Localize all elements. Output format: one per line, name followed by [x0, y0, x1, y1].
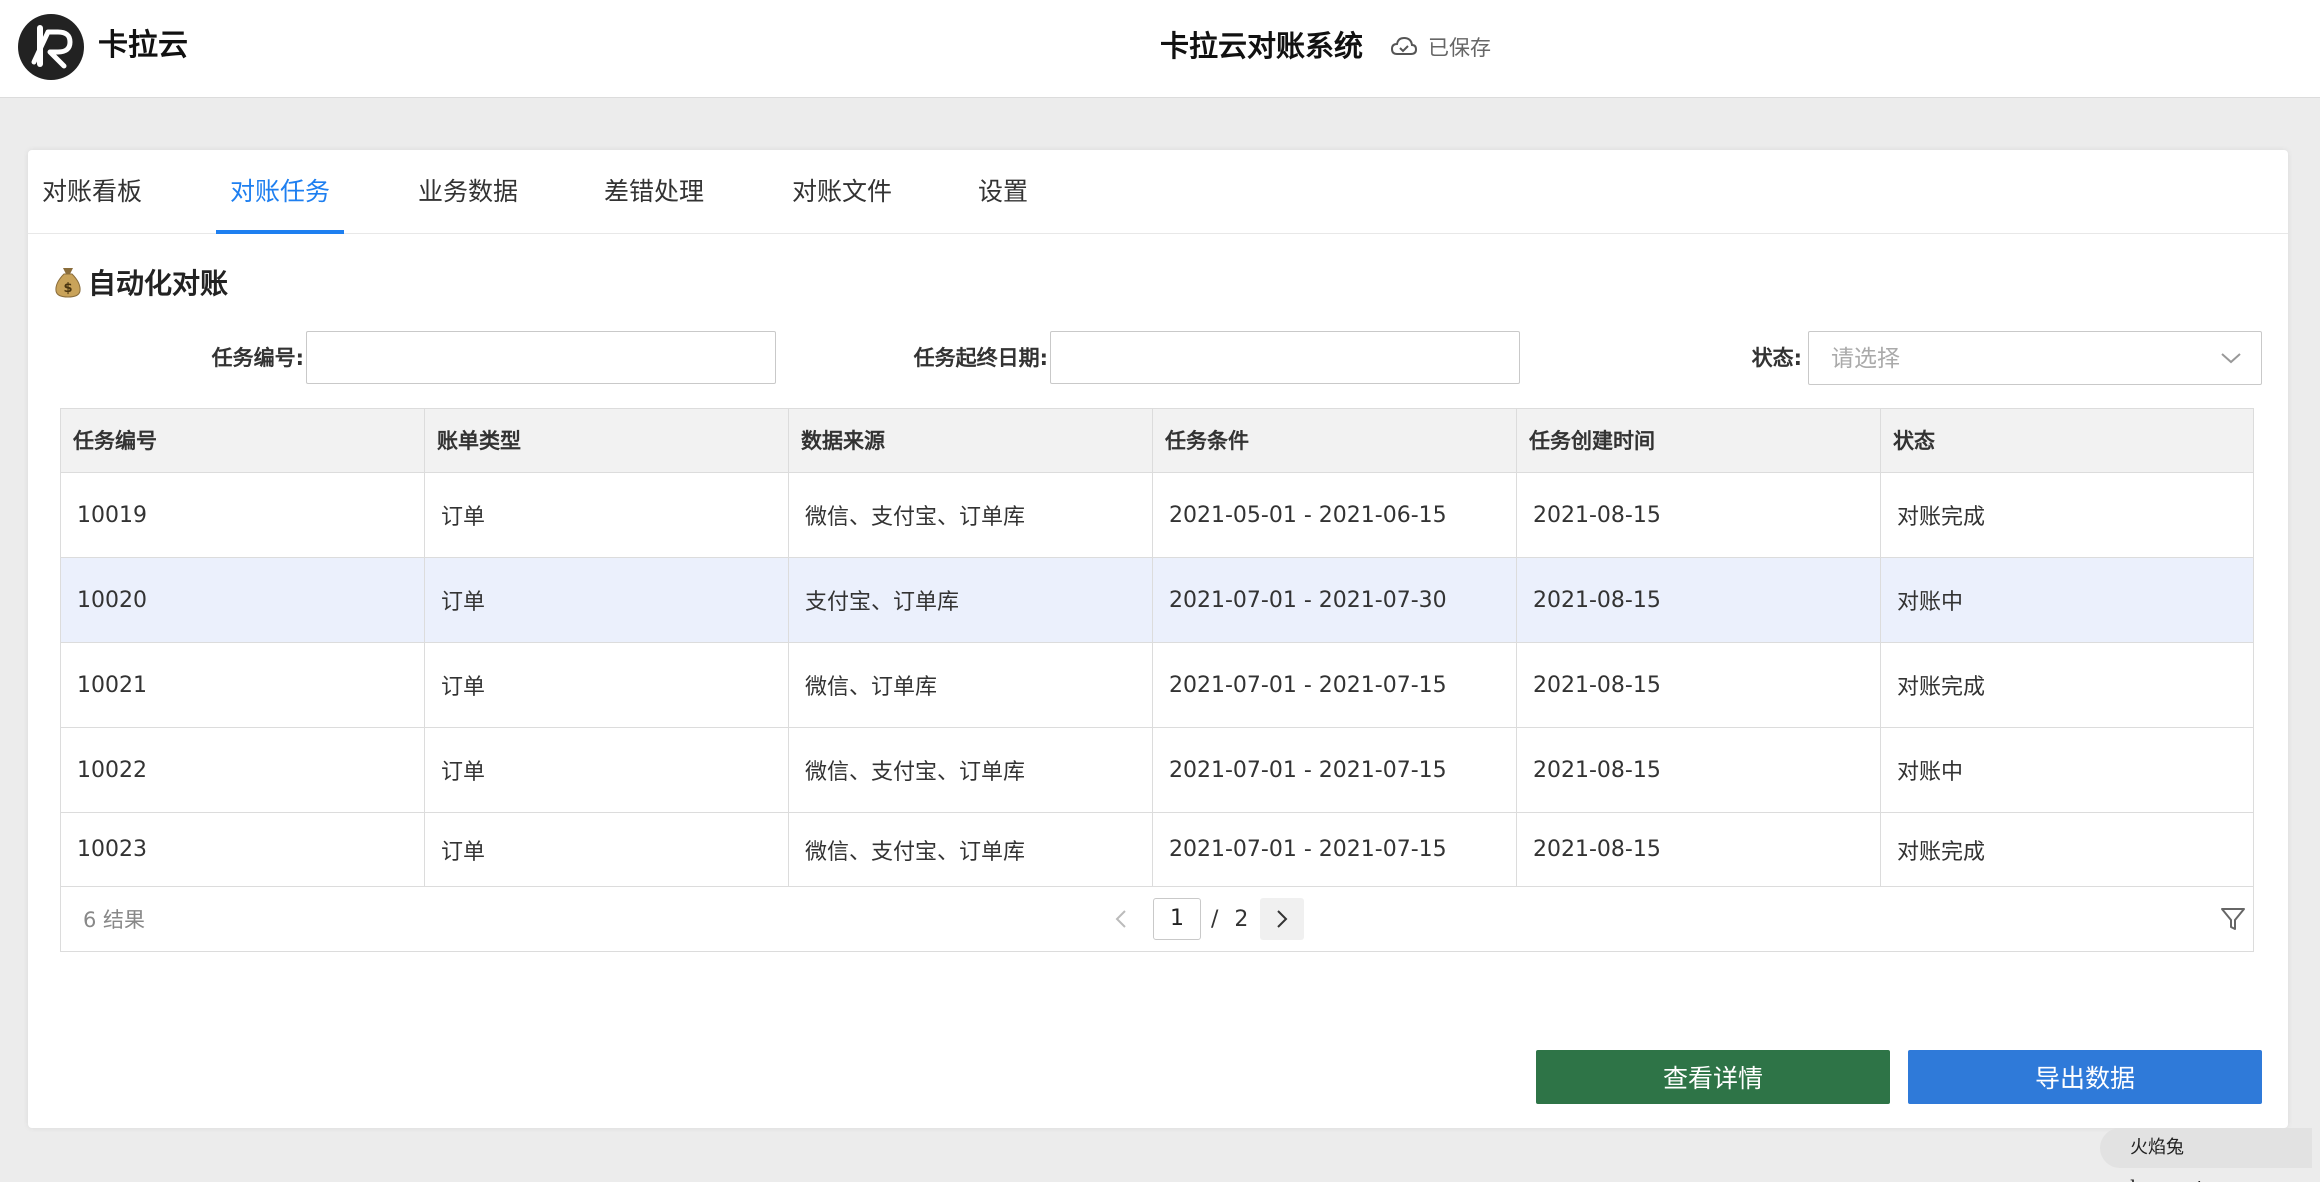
chevron-down-icon [2221, 353, 2241, 364]
brand-name: 卡拉云 [98, 28, 188, 63]
cell-created: 2021-08-15 [1533, 502, 1661, 528]
cell-data-source: 微信、支付宝、订单库 [805, 839, 1026, 865]
export-data-button[interactable]: 导出数据 [1908, 1050, 2262, 1104]
page-number-input[interactable]: 1 [1153, 898, 1201, 940]
date-range-label: 任务起终日期: [913, 346, 1048, 370]
cell-task-id: 10023 [77, 837, 147, 862]
active-tab-indicator [216, 230, 344, 234]
cell-status: 对账完成 [1897, 505, 1986, 530]
column-header[interactable]: 账单类型 [425, 409, 521, 473]
page-total: 2 [1234, 906, 1249, 932]
column-divider [788, 409, 789, 887]
svg-text:$: $ [63, 281, 72, 296]
cell-created: 2021-08-15 [1533, 587, 1661, 613]
cell-data-source: 微信、订单库 [805, 675, 938, 700]
cell-bill-type: 订单 [441, 760, 486, 785]
cell-task-id: 10019 [77, 502, 147, 528]
cell-data-source: 微信、支付宝、订单库 [805, 505, 1026, 530]
cell-task-id: 10021 [77, 672, 147, 698]
column-header[interactable]: 状态 [1881, 409, 1935, 473]
logo-icon [31, 25, 73, 69]
column-divider [1880, 409, 1881, 887]
page-title: 卡拉云对账系统 [1160, 29, 1364, 63]
cell-created: 2021-08-15 [1533, 672, 1661, 698]
column-divider [424, 409, 425, 887]
cloud-saved-icon [1390, 36, 1418, 55]
column-divider [1516, 409, 1517, 887]
page-separator: / [1211, 906, 1219, 932]
money-bag-icon: $ [55, 268, 81, 298]
table-row[interactable]: 10023 订单 微信、支付宝、订单库 2021-07-01 - 2021-07… [61, 813, 2253, 887]
cell-condition: 2021-07-01 - 2021-07-30 [1169, 587, 1447, 613]
date-range-input[interactable] [1050, 331, 1520, 384]
task-id-label: 任务编号: [211, 346, 304, 370]
save-status: 已保存 [1390, 30, 1491, 64]
task-id-input[interactable] [306, 331, 776, 384]
save-status-text: 已保存 [1428, 36, 1491, 60]
cell-bill-type: 订单 [441, 675, 486, 700]
filter-icon[interactable] [2219, 905, 2247, 933]
table-footer: 6 结果 1 / 2 [61, 887, 2253, 951]
main-card: 对账看板 对账任务 业务数据 差错处理 对账文件 设置 $ 自动化对账 任务编号… [28, 150, 2288, 1128]
next-page-button[interactable] [1260, 898, 1305, 940]
tab-dashboard[interactable]: 对账看板 [42, 172, 142, 212]
column-header[interactable]: 任务条件 [1153, 409, 1249, 473]
column-header[interactable]: 任务创建时间 [1517, 409, 1655, 473]
column-divider [1152, 409, 1153, 887]
status-label: 状态: [1751, 346, 1802, 370]
tab-files[interactable]: 对账文件 [792, 172, 892, 212]
cell-condition: 2021-07-01 - 2021-07-15 [1169, 672, 1447, 698]
tab-bar: 对账看板 对账任务 业务数据 差错处理 对账文件 设置 [28, 150, 2288, 234]
table-row[interactable]: 10019 订单 微信、支付宝、订单库 2021-05-01 - 2021-06… [61, 473, 2253, 558]
cell-status: 对账中 [1897, 590, 1964, 615]
cell-created: 2021-08-15 [1533, 757, 1661, 783]
tab-business-data[interactable]: 业务数据 [418, 172, 518, 212]
prev-page-button[interactable] [1101, 899, 1141, 939]
table-row-selected[interactable]: 10020 订单 支付宝、订单库 2021-07-01 - 2021-07-30… [61, 558, 2253, 643]
cell-task-id: 10020 [77, 587, 147, 613]
tab-settings[interactable]: 设置 [978, 172, 1028, 212]
top-header: 卡拉云 卡拉云对账系统 已保存 [0, 0, 2320, 98]
brand-logo[interactable] [18, 14, 84, 80]
status-select[interactable]: 请选择 [1808, 331, 2262, 385]
cell-data-source: 支付宝、订单库 [805, 590, 960, 615]
chevron-right-icon [1277, 910, 1288, 928]
table-row[interactable]: 10022 订单 微信、支付宝、订单库 2021-07-01 - 2021-07… [61, 728, 2253, 813]
result-count: 6 结果 [83, 908, 146, 932]
cell-data-source: 微信、支付宝、订单库 [805, 760, 1026, 785]
cell-bill-type: 订单 [441, 505, 486, 530]
section-title: $ 自动化对账 [54, 260, 228, 304]
cell-status: 对账完成 [1897, 675, 1986, 700]
status-select-placeholder: 请选择 [1831, 346, 1900, 372]
view-details-button[interactable]: 查看详情 [1536, 1050, 1890, 1104]
cell-task-id: 10022 [77, 757, 147, 783]
cell-bill-type: 订单 [441, 590, 486, 615]
cell-condition: 2021-07-01 - 2021-07-15 [1169, 757, 1447, 783]
cell-condition: 2021-07-01 - 2021-07-15 [1169, 837, 1447, 862]
cell-condition: 2021-05-01 - 2021-06-15 [1169, 502, 1447, 528]
tab-tasks[interactable]: 对账任务 [230, 172, 330, 212]
column-header[interactable]: 任务编号 [61, 409, 157, 473]
column-header[interactable]: 数据来源 [789, 409, 885, 473]
table-header: 任务编号 账单类型 数据来源 任务条件 任务创建时间 状态 [61, 409, 2253, 473]
cell-created: 2021-08-15 [1533, 837, 1661, 862]
cell-bill-type: 订单 [441, 839, 486, 865]
table-row[interactable]: 10021 订单 微信、订单库 2021-07-01 - 2021-07-15 … [61, 643, 2253, 728]
chevron-left-icon [1115, 910, 1126, 928]
watermark: 火焰兔 huoyantu.com [2100, 1128, 2312, 1182]
cell-status: 对账中 [1897, 760, 1964, 785]
pagination: 1 / 2 [1101, 897, 1305, 941]
tab-error-handling[interactable]: 差错处理 [604, 172, 704, 212]
task-table: 任务编号 账单类型 数据来源 任务条件 任务创建时间 状态 10019 订单 微… [60, 408, 2254, 952]
cell-status: 对账完成 [1897, 839, 1986, 865]
section-title-text: 自动化对账 [88, 267, 229, 300]
